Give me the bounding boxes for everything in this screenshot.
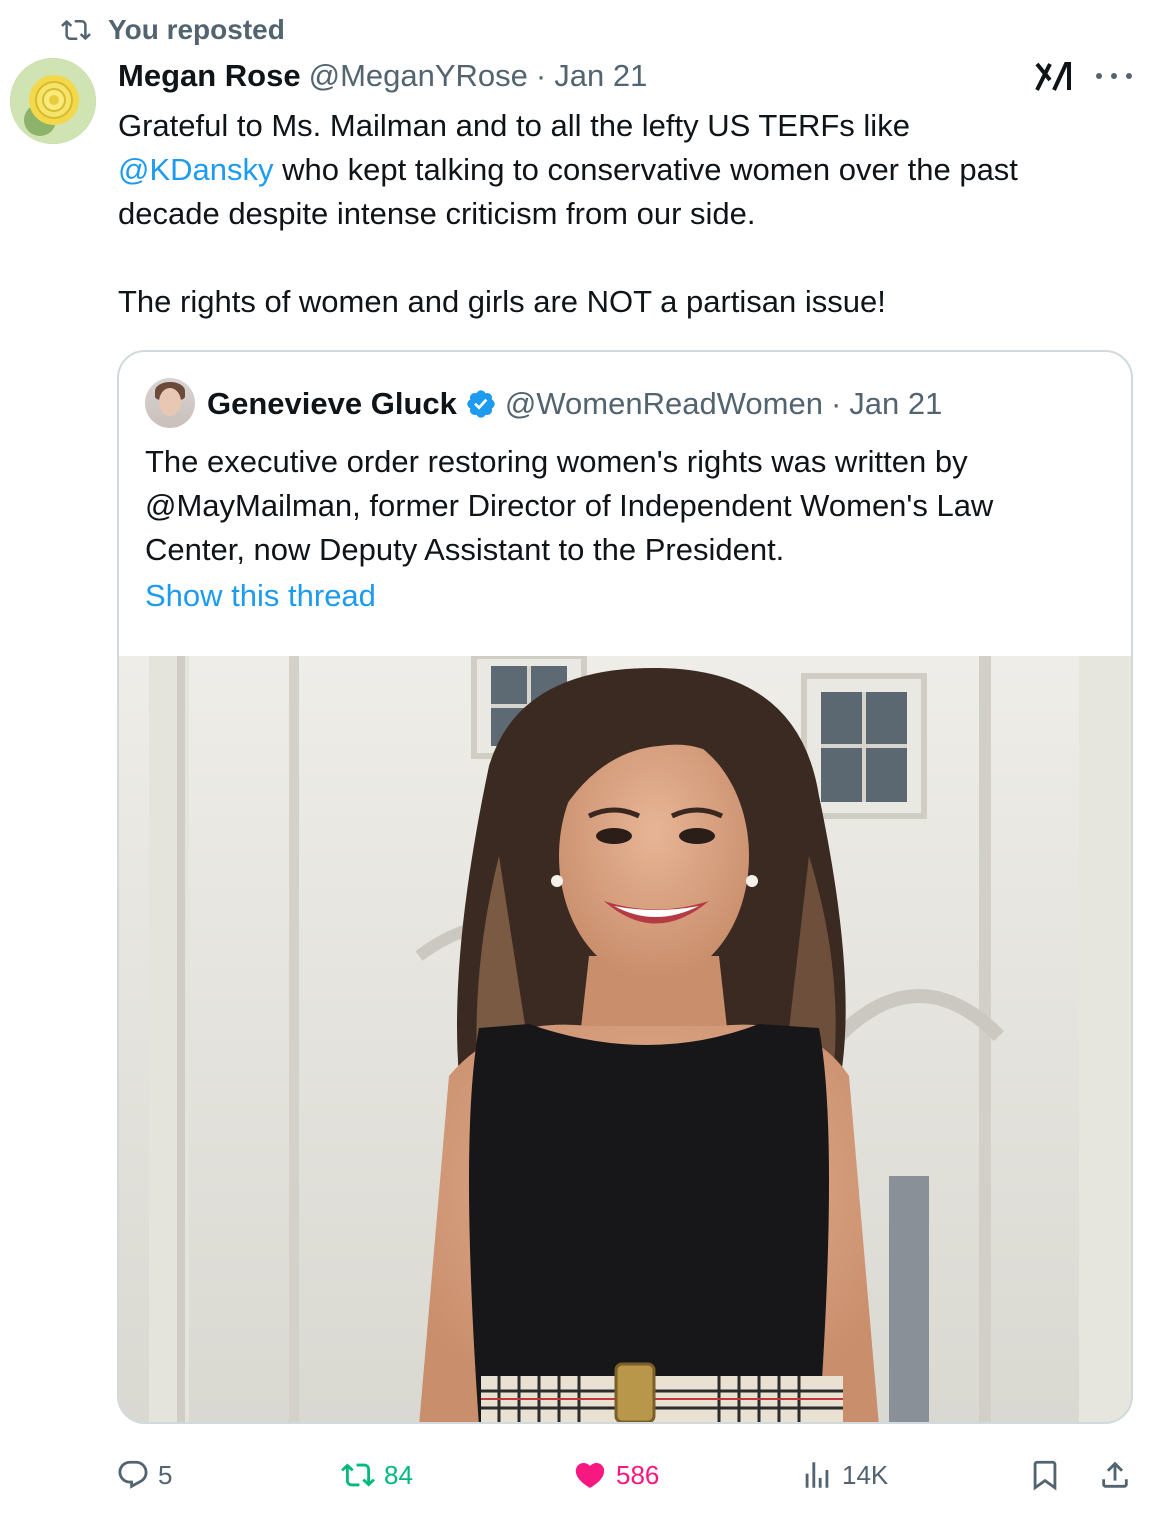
post-header: Megan Rose @MeganYRose · Jan 21 <box>118 58 647 98</box>
quoted-author-handle[interactable]: @WomenReadWomen <box>505 386 823 422</box>
more-options-icon[interactable] <box>1096 64 1132 88</box>
bookmark-icon <box>1033 1460 1057 1491</box>
heart-icon <box>575 1462 605 1488</box>
post-text-line: @KDansky who kept talking to conservativ… <box>118 152 1018 187</box>
repost-action-icon <box>341 1463 375 1487</box>
quoted-author-avatar[interactable] <box>145 378 195 428</box>
author-handle[interactable]: @MeganYRose <box>309 58 528 94</box>
quoted-author-name[interactable]: Genevieve Gluck <box>207 386 457 422</box>
quoted-post-text: The executive order restoring women's ri… <box>145 440 1115 572</box>
portrait-image <box>119 656 1131 1422</box>
reply-icon <box>118 1460 148 1489</box>
quoted-text-line: The executive order restoring women's ri… <box>145 444 968 479</box>
views-chart-icon <box>805 1462 829 1488</box>
rose-image <box>10 58 96 144</box>
author-name[interactable]: Megan Rose <box>118 58 301 94</box>
like-button[interactable]: 586 <box>572 1450 659 1500</box>
post-text: Grateful to Ms. Mailman and to all the l… <box>118 104 1148 324</box>
quoted-header-separator: · <box>830 386 842 421</box>
like-count: 586 <box>616 1459 660 1490</box>
quoted-text-line: @MayMailman, former Director of Independ… <box>145 488 994 523</box>
views-count: 14K <box>842 1459 889 1490</box>
show-thread-link[interactable]: Show this thread <box>145 578 376 614</box>
repost-banner-label: You reposted <box>108 14 285 45</box>
quoted-post-header: Genevieve Gluck @WomenReadWomen · Jan 21 <box>207 384 942 424</box>
bookmark-button[interactable] <box>1028 1450 1062 1500</box>
quoted-post-card[interactable]: Genevieve Gluck @WomenReadWomen · Jan 21… <box>117 350 1133 1424</box>
post-text-line: The rights of women and girls are NOT a … <box>118 284 886 319</box>
action-bar: 5 84 586 14K <box>116 1450 1140 1500</box>
post-text-line: Grateful to Ms. Mailman and to all the l… <box>118 108 910 143</box>
quoted-post-date[interactable]: Jan 21 <box>849 386 942 422</box>
quoted-post-photo[interactable] <box>119 656 1131 1422</box>
reply-button[interactable]: 5 <box>116 1450 172 1500</box>
repost-button[interactable]: 84 <box>340 1450 413 1500</box>
views-button[interactable]: 14K <box>800 1450 888 1500</box>
repost-icon <box>61 19 91 41</box>
repost-count: 84 <box>384 1459 413 1490</box>
post-text-line: decade despite intense criticism from ou… <box>118 196 756 231</box>
grok-icon[interactable] <box>1034 60 1072 94</box>
share-icon <box>1102 1461 1128 1488</box>
author-avatar[interactable] <box>10 58 96 144</box>
quoted-text-line: Center, now Deputy Assistant to the Pres… <box>145 532 785 567</box>
post-date[interactable]: Jan 21 <box>554 58 647 94</box>
reply-count: 5 <box>158 1459 173 1490</box>
repost-banner: You reposted <box>58 12 285 48</box>
share-button[interactable] <box>1098 1450 1132 1500</box>
mention-link[interactable]: @KDansky <box>118 152 274 187</box>
verified-badge-icon[interactable] <box>465 388 497 420</box>
header-separator: · <box>535 58 547 93</box>
